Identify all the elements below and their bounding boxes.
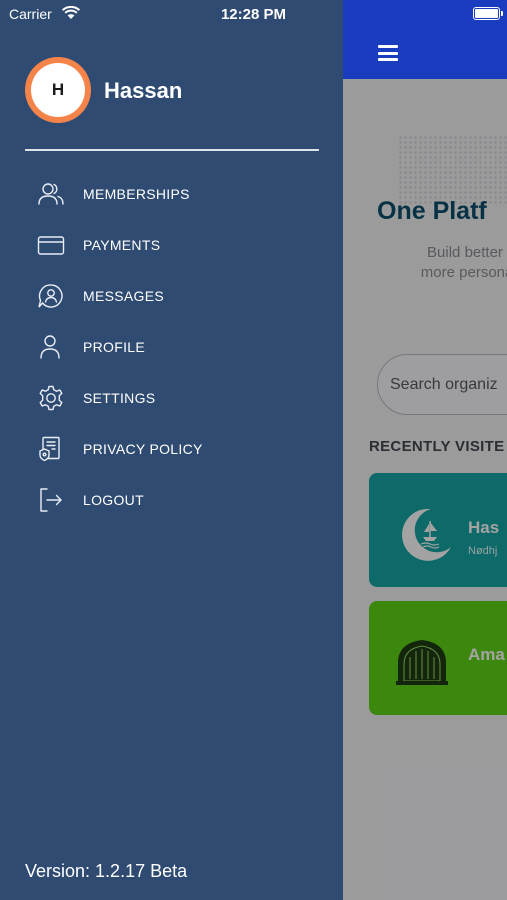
menu-item-label: SETTINGS — [83, 390, 156, 406]
card-subtitle: Nødhj — [468, 545, 498, 557]
card-title: Has — [468, 518, 500, 537]
users-icon — [38, 183, 64, 205]
menu-item-label: LOGOUT — [83, 492, 144, 508]
organization-card[interactable]: Ama — [369, 601, 507, 715]
credit-card-icon — [37, 236, 65, 255]
avatar[interactable]: H — [25, 57, 91, 123]
menu-item-label: MESSAGES — [83, 288, 164, 304]
avatar-initial: H — [31, 63, 85, 117]
user-icon — [40, 335, 60, 359]
menu-item-label: MEMBERSHIPS — [83, 186, 190, 202]
status-bar: Carrier 12:28 PM — [0, 0, 343, 28]
menu-item-profile[interactable]: PROFILE — [0, 323, 343, 371]
world-map-graphic — [398, 135, 507, 205]
menu-item-label: PAYMENTS — [83, 237, 161, 253]
card-title: Ama — [468, 645, 505, 664]
mosque-logo-icon — [396, 640, 448, 685]
divider — [25, 149, 319, 151]
menu-item-messages[interactable]: MESSAGES — [0, 272, 343, 320]
menu-item-label: PROFILE — [83, 339, 146, 355]
menu-item-label: PRIVACY POLICY — [83, 441, 203, 457]
app-version: Version: 1.2.17 Beta — [25, 861, 188, 881]
message-user-icon — [38, 284, 63, 308]
menu-item-payments[interactable]: PAYMENTS — [0, 221, 343, 269]
user-name: Hassan — [104, 78, 183, 103]
status-time: 12:28 PM — [220, 6, 287, 23]
policy-document-icon — [39, 436, 60, 462]
navigation-drawer: H Hassan MEMBERSHIPS PAYMENTS MESSAGES P… — [0, 0, 343, 900]
logout-icon — [40, 488, 62, 512]
gear-icon — [39, 385, 63, 411]
hamburger-menu-icon[interactable] — [378, 45, 398, 61]
menu-item-memberships[interactable]: MEMBERSHIPS — [0, 170, 343, 218]
organization-card[interactable]: Has Nødhj — [369, 473, 507, 587]
search-placeholder: Search organiz — [390, 376, 498, 393]
hero-subtitle: Build better cu more personal e — [420, 244, 507, 281]
menu-item-logout[interactable]: LOGOUT — [0, 476, 343, 524]
main-screen: One Platf Build better cu more personal … — [343, 0, 507, 900]
search-input[interactable]: Search organiz — [377, 354, 507, 415]
recently-visited-heading: RECENTLY VISITE — [369, 438, 505, 455]
menu-item-settings[interactable]: SETTINGS — [0, 374, 343, 422]
crescent-ship-logo-icon — [402, 508, 451, 561]
menu-item-privacy-policy[interactable]: PRIVACY POLICY — [0, 425, 343, 473]
hero-title: One Platf — [377, 197, 487, 225]
